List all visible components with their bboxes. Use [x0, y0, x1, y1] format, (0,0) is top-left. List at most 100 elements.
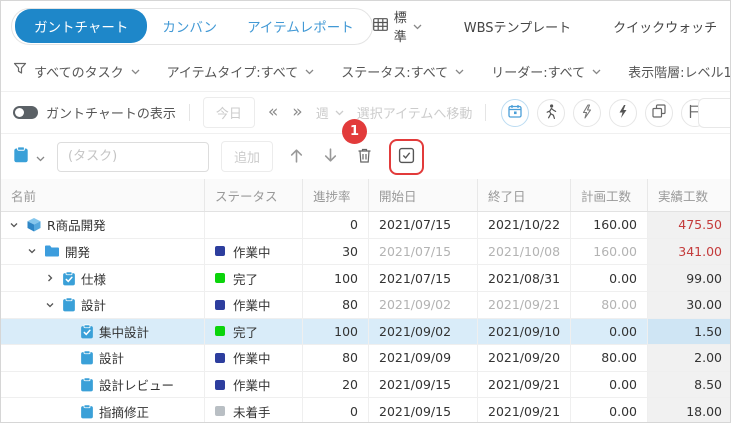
view-tab-group: ガントチャートカンバンアイテムレポート	[11, 8, 373, 45]
cell-progress: 0	[303, 212, 369, 238]
task-name: 設計レビュー	[99, 375, 174, 394]
filter-dropdown[interactable]: ステータス:すべて	[341, 62, 464, 81]
column-header-actual[interactable]: 実績工数	[648, 179, 731, 211]
calendar-button[interactable]	[501, 99, 529, 127]
cell-name: 仕様	[1, 265, 205, 291]
column-header-name[interactable]: 名前	[1, 179, 205, 211]
tab-inactive[interactable]: アイテムレポート	[232, 9, 369, 43]
table-row[interactable]: 設計作業中802021/09/092021/09/2080.002.00	[1, 345, 730, 372]
column-header-start[interactable]: 開始日	[369, 179, 478, 211]
tab-inactive[interactable]: カンバン	[147, 9, 232, 43]
cell-end: 2021/10/22	[478, 212, 571, 238]
cell-start: 2021/07/15	[369, 212, 478, 238]
cell-name: 設計レビュー	[1, 372, 205, 398]
next-period-button[interactable]: »	[292, 104, 302, 121]
tab-active[interactable]: ガントチャート	[15, 9, 147, 43]
wbs-template-link[interactable]: WBSテンプレート	[464, 17, 571, 36]
filter-dropdown[interactable]: 表示階層:レベル1	[628, 62, 731, 81]
walker-button[interactable]	[537, 99, 565, 127]
cell-end: 2021/09/21	[478, 372, 571, 398]
status-color-square	[215, 326, 225, 336]
filter-label: リーダー:すべて	[491, 62, 585, 81]
timeline-nav: « »	[268, 104, 303, 121]
cell-end: 2021/09/10	[478, 319, 571, 345]
move-up-button[interactable]	[285, 145, 307, 169]
task-table: 名前ステータス進捗率開始日終了日計画工数実績工数 R商品開発02021/07/1…	[1, 179, 730, 423]
cell-progress: 80	[303, 292, 369, 318]
cell-actual: 18.00	[648, 398, 731, 423]
table-row[interactable]: 集中設計完了1002021/09/022021/09/100.001.50	[1, 319, 730, 346]
cell-end: 2021/09/20	[478, 345, 571, 371]
status-color-square	[215, 406, 225, 416]
cell-planned: 0.00	[571, 372, 648, 398]
grid-icon	[373, 18, 388, 35]
chevron-down-icon	[335, 105, 344, 120]
chevron-down-icon	[36, 147, 45, 166]
table-row[interactable]: 設計作業中802021/09/022021/09/2180.0030.00	[1, 292, 730, 319]
column-header-status[interactable]: ステータス	[205, 179, 303, 211]
tree-expand-toggle[interactable]	[25, 246, 39, 256]
lightning-filled-icon	[617, 104, 629, 122]
cell-start: 2021/09/15	[369, 398, 478, 423]
status-color-square	[215, 300, 225, 310]
move-down-button[interactable]	[319, 145, 341, 169]
lightning-outline-button[interactable]	[573, 99, 601, 127]
today-button[interactable]: 今日	[203, 97, 255, 128]
cell-actual: 475.50	[648, 212, 731, 238]
lightning-outline-icon	[581, 104, 593, 122]
status-label: 未着手	[233, 402, 271, 421]
cell-status: 作業中	[205, 239, 303, 265]
multi-select-button[interactable]	[396, 145, 418, 169]
cutoff-button[interactable]	[698, 98, 731, 128]
table-row[interactable]: 仕様完了1002021/07/152021/08/310.0099.00	[1, 265, 730, 292]
tree-expand-toggle[interactable]	[7, 220, 21, 230]
cell-actual: 30.00	[648, 292, 731, 318]
lightning-filled-button[interactable]	[609, 99, 637, 127]
cell-end: 2021/09/21	[478, 398, 571, 423]
tree-expand-toggle[interactable]	[43, 273, 57, 283]
copy-button[interactable]	[645, 99, 673, 127]
folder-icon	[44, 244, 60, 258]
table-row[interactable]: 開発作業中302021/07/152021/10/08160.00341.00	[1, 239, 730, 266]
column-header-end[interactable]: 終了日	[478, 179, 571, 211]
prev-period-button[interactable]: «	[268, 104, 278, 121]
cell-status: 作業中	[205, 292, 303, 318]
layout-switcher[interactable]: 標準	[373, 7, 422, 45]
cell-name: 設計	[1, 292, 205, 318]
cell-planned: 0.00	[571, 265, 648, 291]
add-button[interactable]: 追加	[221, 141, 273, 172]
trash-icon	[357, 147, 372, 167]
task-check-icon	[80, 324, 94, 339]
filter-label: アイテムタイプ:すべて	[167, 62, 299, 81]
quick-watch-link[interactable]: クイックウォッチ	[613, 17, 717, 36]
task-name: 仕様	[81, 269, 106, 288]
cell-progress: 0	[303, 398, 369, 423]
cell-status: 完了	[205, 319, 303, 345]
arrow-down-icon	[322, 147, 339, 167]
filter-dropdown[interactable]: アイテムタイプ:すべて	[167, 62, 315, 81]
move-to-selected-button[interactable]: 選択アイテムへ移動	[357, 103, 473, 122]
chevron-down-icon	[305, 64, 314, 79]
cell-start: 2021/09/02	[369, 319, 478, 345]
status-label: 作業中	[233, 375, 271, 394]
table-row[interactable]: 設計レビュー作業中202021/09/152021/09/210.008.50	[1, 372, 730, 399]
cell-planned: 80.00	[571, 345, 648, 371]
chevron-down-icon	[455, 64, 464, 79]
toggle-switch[interactable]	[13, 106, 38, 119]
cell-actual: 8.50	[648, 372, 731, 398]
tree-expand-toggle[interactable]	[43, 300, 57, 310]
item-type-select[interactable]	[13, 146, 45, 167]
time-scale-select[interactable]: 週	[316, 103, 344, 122]
column-header-progress[interactable]: 進捗率	[303, 179, 369, 211]
table-row[interactable]: R商品開発02021/07/152021/10/22160.00475.50	[1, 212, 730, 239]
column-header-planned[interactable]: 計画工数	[571, 179, 648, 211]
filter-dropdown[interactable]: すべてのタスク	[13, 62, 140, 81]
table-row[interactable]: 指摘修正未着手02021/09/152021/09/210.0018.00	[1, 398, 730, 423]
chevron-down-icon	[413, 19, 422, 34]
filter-dropdown[interactable]: リーダー:すべて	[491, 62, 601, 81]
new-task-input[interactable]	[57, 142, 209, 172]
gantt-visibility-toggle[interactable]: ガントチャートの表示	[13, 103, 176, 122]
delete-button[interactable]	[353, 145, 375, 169]
cell-name: R商品開発	[1, 212, 205, 238]
task-icon	[80, 350, 94, 365]
